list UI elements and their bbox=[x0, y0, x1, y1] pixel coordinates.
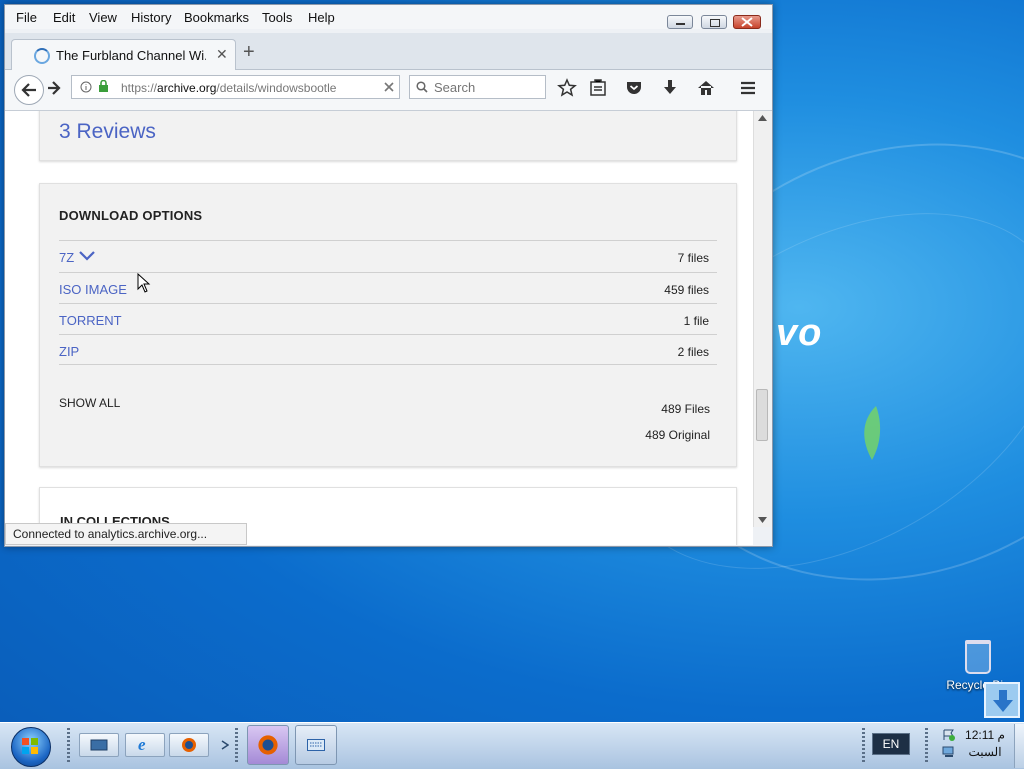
arrow-left-icon bbox=[21, 83, 36, 97]
menu-history[interactable]: History bbox=[131, 10, 171, 25]
internet-explorer-quicklaunch[interactable]: e bbox=[125, 733, 165, 757]
total-original-count: 489 Original bbox=[645, 428, 710, 442]
download-row-zip[interactable]: ZIP 2 files bbox=[59, 334, 717, 365]
taskbar-grip bbox=[235, 728, 238, 762]
show-desktop-quicklaunch[interactable] bbox=[79, 733, 119, 757]
tab-furbland-channel[interactable]: The Furbland Channel Wi... ✕ bbox=[11, 39, 236, 70]
chevron-right-icon[interactable] bbox=[221, 740, 229, 750]
browser-window: File Edit View History Bookmarks Tools H… bbox=[4, 4, 773, 547]
pocket-icon[interactable] bbox=[624, 78, 644, 98]
download-row-name[interactable]: 7Z bbox=[59, 250, 74, 265]
page-content: 3 Reviews DOWNLOAD OPTIONS 7Z 7 files IS… bbox=[5, 111, 753, 545]
maximize-icon bbox=[710, 19, 720, 27]
menu-bookmarks[interactable]: Bookmarks bbox=[184, 10, 249, 25]
maximize-button[interactable] bbox=[701, 15, 727, 29]
firefox-icon bbox=[258, 735, 278, 755]
search-bar[interactable] bbox=[409, 75, 546, 99]
menu-help[interactable]: Help bbox=[308, 10, 335, 25]
reviews-card: 3 Reviews bbox=[39, 111, 737, 161]
desktop-icon bbox=[90, 739, 108, 751]
scroll-up-icon[interactable] bbox=[758, 115, 767, 121]
forward-button[interactable] bbox=[47, 81, 61, 95]
info-icon[interactable] bbox=[80, 81, 92, 93]
download-row-count: 2 files bbox=[677, 345, 709, 359]
show-desktop-button[interactable] bbox=[1014, 724, 1024, 768]
minimize-icon bbox=[676, 23, 685, 25]
download-row-count: 459 files bbox=[664, 283, 709, 297]
menu-edit[interactable]: Edit bbox=[53, 10, 75, 25]
clock-day: السبت bbox=[968, 745, 1002, 759]
chevron-down-icon[interactable] bbox=[79, 251, 95, 261]
reviews-heading[interactable]: 3 Reviews bbox=[59, 120, 156, 144]
clear-url-icon[interactable] bbox=[384, 82, 394, 92]
menu-bar: File Edit View History Bookmarks Tools H… bbox=[5, 5, 772, 29]
download-row-torrent[interactable]: TORRENT 1 file bbox=[59, 303, 717, 334]
download-row-7z[interactable]: 7Z 7 files bbox=[59, 240, 717, 271]
clock-time: 12:11 م bbox=[965, 728, 1005, 742]
recycle-bin-icon bbox=[965, 640, 991, 674]
status-bar: Connected to analytics.archive.org... bbox=[5, 523, 247, 545]
downloads-icon[interactable] bbox=[660, 78, 680, 98]
scrollbar-thumb[interactable] bbox=[756, 389, 768, 441]
lock-icon bbox=[99, 80, 108, 92]
windows-logo-icon bbox=[22, 738, 38, 754]
new-tab-button[interactable]: + bbox=[243, 41, 255, 64]
arrow-down-icon bbox=[993, 690, 1013, 712]
taskbar-grip bbox=[862, 728, 865, 762]
download-options-card: DOWNLOAD OPTIONS 7Z 7 files ISO IMAGE 45… bbox=[39, 183, 737, 467]
language-indicator[interactable]: EN bbox=[872, 733, 910, 755]
search-icon bbox=[416, 81, 428, 93]
search-input[interactable] bbox=[432, 79, 544, 96]
vertical-scrollbar[interactable] bbox=[753, 111, 771, 527]
bookmark-star-icon[interactable] bbox=[557, 78, 577, 98]
download-row-count: 1 file bbox=[683, 314, 709, 328]
download-row-name[interactable]: ISO IMAGE bbox=[59, 282, 127, 297]
close-icon bbox=[741, 17, 753, 27]
internet-explorer-icon: e bbox=[138, 735, 146, 754]
wallpaper-leaf-icon bbox=[864, 406, 881, 460]
download-options-heading: DOWNLOAD OPTIONS bbox=[59, 208, 203, 223]
keyboard-icon bbox=[307, 739, 325, 751]
download-row-name[interactable]: TORRENT bbox=[59, 313, 122, 328]
mouse-cursor-icon bbox=[137, 273, 151, 293]
url-text: https://archive.org/details/windowsbootl… bbox=[121, 81, 337, 95]
hamburger-menu-icon[interactable] bbox=[738, 78, 758, 98]
firefox-quicklaunch[interactable] bbox=[169, 733, 209, 757]
download-row-iso-image[interactable]: ISO IMAGE 459 files bbox=[59, 272, 717, 303]
url-bar[interactable]: https://archive.org/details/windowsbootl… bbox=[71, 75, 400, 99]
tab-title: The Furbland Channel Wi... bbox=[56, 48, 206, 63]
start-button[interactable] bbox=[11, 727, 51, 767]
menu-view[interactable]: View bbox=[89, 10, 117, 25]
download-row-name[interactable]: ZIP bbox=[59, 344, 79, 359]
minimize-button[interactable] bbox=[667, 15, 693, 29]
scroll-down-icon[interactable] bbox=[758, 517, 767, 523]
network-icon[interactable] bbox=[942, 746, 956, 758]
back-button[interactable] bbox=[14, 75, 44, 105]
action-center-flag-icon[interactable] bbox=[942, 729, 956, 741]
menu-file[interactable]: File bbox=[16, 10, 37, 25]
download-tile[interactable] bbox=[984, 682, 1020, 718]
taskbar-firefox-window[interactable] bbox=[247, 725, 289, 765]
total-files-count: 489 Files bbox=[661, 402, 710, 416]
tab-close-button[interactable]: ✕ bbox=[216, 46, 228, 63]
wallpaper-logo-text: vo bbox=[776, 312, 823, 354]
taskbar-grip bbox=[925, 728, 928, 762]
close-window-button[interactable] bbox=[733, 15, 761, 29]
system-clock[interactable]: 12:11 م السبت bbox=[960, 727, 1010, 761]
taskbar-grip bbox=[67, 728, 70, 762]
home-icon[interactable] bbox=[696, 78, 716, 98]
status-text: Connected to analytics.archive.org... bbox=[13, 527, 208, 541]
reading-list-icon[interactable] bbox=[588, 78, 608, 98]
taskbar-keyboard-window[interactable] bbox=[295, 725, 337, 765]
loading-spinner-icon bbox=[34, 48, 50, 64]
firefox-icon bbox=[182, 738, 196, 752]
show-all-link[interactable]: SHOW ALL bbox=[59, 396, 120, 410]
menu-tools[interactable]: Tools bbox=[262, 10, 292, 25]
download-row-count: 7 files bbox=[677, 251, 709, 265]
